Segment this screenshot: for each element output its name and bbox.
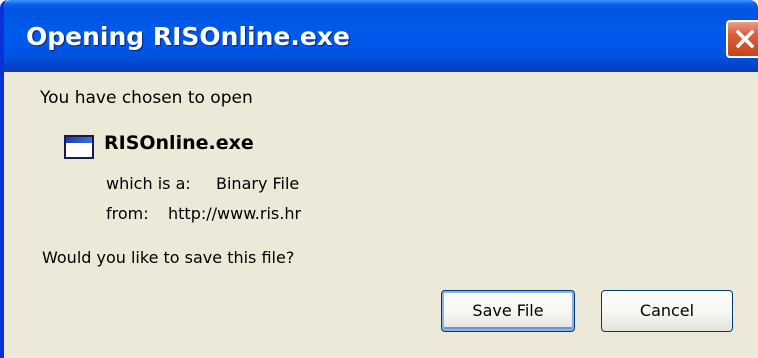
application-window-icon [64,135,94,159]
window-title: Opening RISOnline.exe [26,22,350,51]
download-dialog: Opening RISOnline.exe You have chosen to… [0,0,758,358]
save-question: Would you like to save this file? [42,248,295,267]
cancel-button[interactable]: Cancel [601,290,733,332]
intro-text: You have chosen to open [40,88,253,108]
file-source-value: http://www.ris.hr [168,204,302,223]
close-icon [735,29,755,49]
title-bar[interactable]: Opening RISOnline.exe [4,0,758,72]
file-type-label: which is a: [106,174,191,193]
file-name: RISOnline.exe [104,132,254,154]
save-file-button[interactable]: Save File [441,290,575,332]
close-button[interactable] [726,20,758,58]
file-type-value: Binary File [216,174,300,193]
dialog-body: You have chosen to open RISOnline.exe wh… [4,72,758,358]
file-source-label: from: [106,204,149,223]
